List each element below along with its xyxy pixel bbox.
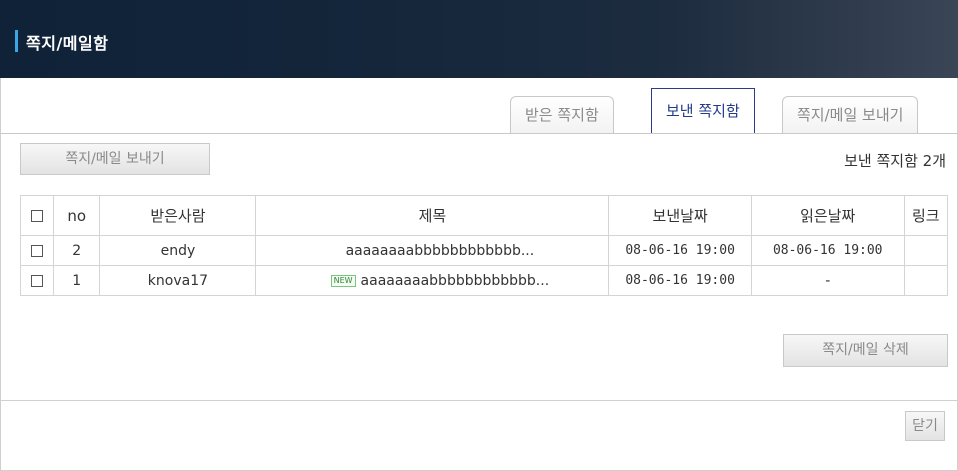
row-checkbox[interactable] — [31, 244, 44, 257]
row-sent-date: 08-06-16 19:00 — [608, 235, 752, 266]
row-subject-link[interactable]: NEW aaaaaaaabbbbbbbbbbbb... — [255, 265, 610, 296]
row-read-date: - — [750, 265, 905, 296]
row-link — [903, 265, 949, 296]
select-all-checkbox[interactable] — [31, 210, 44, 222]
row-checkbox-cell[interactable] — [19, 265, 55, 296]
row-sent-date: 08-06-16 19:00 — [608, 265, 752, 296]
new-badge-icon: NEW — [330, 274, 356, 287]
row-checkbox-cell[interactable] — [19, 235, 55, 266]
row-read-date: 08-06-16 19:00 — [750, 235, 905, 266]
tab-divider — [0, 133, 958, 134]
send-message-button[interactable]: 쪽지/메일 보내기 — [20, 143, 210, 175]
header-read-date: 읽은날짜 — [750, 195, 905, 236]
message-count: 보낸 쪽지함 2개 — [844, 152, 946, 170]
table-row: 2 endy aaaaaaaabbbbbbbbbbbb... 08-06-16 … — [19, 235, 949, 266]
row-subject[interactable]: aaaaaaaabbbbbbbbbbbb... — [361, 273, 550, 289]
footer-divider — [0, 400, 958, 401]
tab-inbox[interactable]: 받은 쪽지함 — [510, 96, 614, 134]
tab-bar: 받은 쪽지함 보낸 쪽지함 쪽지/메일 보내기 — [510, 88, 948, 134]
table-header-row: no 받은사람 제목 보낸날짜 읽은날짜 링크 — [19, 195, 949, 236]
close-button[interactable]: 닫기 — [905, 411, 945, 441]
header-bar: 쪽지/메일함 — [0, 0, 958, 78]
row-no: 2 — [53, 235, 101, 266]
title-accent-bar — [15, 30, 18, 52]
row-subject[interactable]: aaaaaaaabbbbbbbbbbbb... — [346, 243, 535, 259]
tab-compose[interactable]: 쪽지/메일 보내기 — [782, 96, 919, 134]
header-recipient: 받은사람 — [99, 195, 257, 236]
row-checkbox[interactable] — [31, 274, 44, 287]
header-link: 링크 — [903, 195, 949, 236]
select-all-header[interactable] — [19, 195, 55, 236]
row-subject-link[interactable]: aaaaaaaabbbbbbbbbbbb... — [255, 235, 610, 266]
delete-message-button[interactable]: 쪽지/메일 삭제 — [783, 334, 948, 367]
message-table: no 받은사람 제목 보낸날짜 읽은날짜 링크 2 endy aaaaaaaab… — [19, 195, 949, 296]
table-row: 1 knova17 NEW aaaaaaaabbbbbbbbbbbb... 08-… — [19, 265, 949, 296]
row-recipient: knova17 — [99, 265, 257, 296]
header-sent-date: 보낸날짜 — [608, 195, 752, 236]
row-link — [903, 235, 949, 266]
tab-sent[interactable]: 보낸 쪽지함 — [651, 88, 755, 134]
header-subject: 제목 — [255, 195, 610, 236]
header-no: no — [53, 195, 101, 236]
row-recipient: endy — [99, 235, 257, 266]
row-no: 1 — [53, 265, 101, 296]
page-title: 쪽지/메일함 — [26, 34, 109, 53]
